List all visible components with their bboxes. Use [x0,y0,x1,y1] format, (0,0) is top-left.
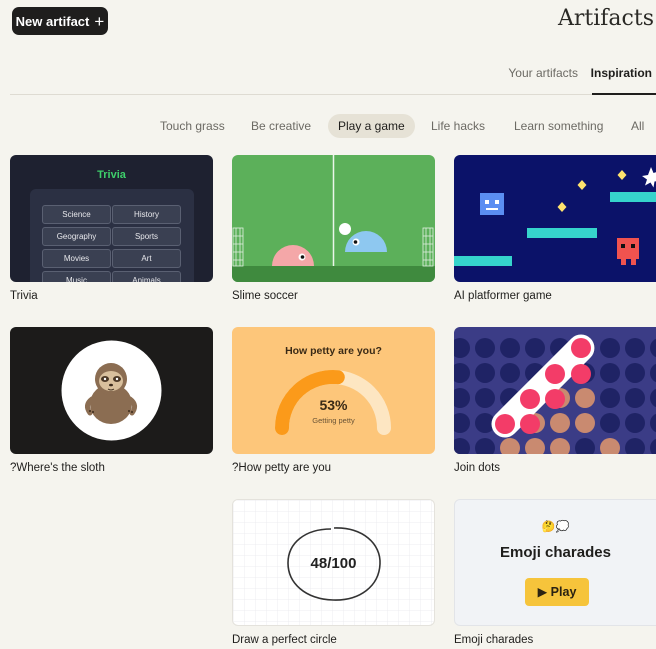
card-title: Draw a perfect circle [232,634,337,646]
card-title: ?How petty are you [232,462,332,474]
artifact-card-draw-a-perfect-circle[interactable]: 48/100 Draw a perfect circle [232,499,435,646]
category-be-creative[interactable]: Be creative [241,114,321,138]
active-dot [545,389,565,409]
artifact-tabs: Your artifacts Inspiration [10,54,656,95]
grid-dot [500,363,520,383]
active-tab-indicator [592,93,656,95]
trivia-topic-button: Animals [112,271,181,282]
grid-dot [475,363,495,383]
charades-play-button: ▶ Play [525,578,589,606]
trivia-topic-button: Science [42,205,111,224]
tab-your-artifacts[interactable]: Your artifacts [508,66,578,80]
join-dots-thumbnail [454,327,656,454]
thinking-emoji-icon: 🤔💭 [541,521,570,533]
grid-dot [600,413,620,433]
artifact-card-emoji-charades[interactable]: 🤔💭 Emoji charades ▶ Play Emoji charades [454,499,656,646]
category-touch-grass[interactable]: Touch grass [150,114,235,138]
charades-thumbnail: 🤔💭 Emoji charades ▶ Play [454,499,656,626]
trivia-topic-button: Geography [42,227,111,246]
new-artifact-label: New artifact [15,13,90,29]
grid-dot [550,413,570,433]
grid-dot [625,363,645,383]
grid-dot [575,388,595,408]
active-dot [571,364,591,384]
petty-thumbnail: How petty are you? 53% Getting petty [232,327,435,454]
slime-soccer-thumbnail [232,155,435,282]
artifact-card-wheres-the-sloth[interactable]: ?Where's the sloth [10,327,213,474]
trivia-topic-panel: Science History Geography Sports Movies … [30,189,194,282]
circle-thumbnail: 48/100 [232,499,435,626]
category-all[interactable]: All [621,114,654,138]
grid-dot [625,338,645,358]
petty-thumb-status: Getting petty [312,416,355,425]
grid-dot [600,388,620,408]
new-artifact-button[interactable]: New artifact + [12,7,108,35]
page-title: Artifacts [558,6,654,31]
trivia-thumb-title: Trivia [97,169,126,181]
petty-thumb-percent: 53% [319,397,348,413]
card-title: Slime soccer [232,290,298,302]
trivia-topic-button: Art [112,249,181,268]
artifact-card-how-petty-are-you[interactable]: How petty are you? 53% Getting petty ?Ho… [232,327,435,474]
active-dot [571,338,591,358]
artifact-card-ai-platformer[interactable]: AI platformer game [454,155,656,302]
artifact-card-join-dots[interactable]: Join dots [454,327,656,474]
category-play-a-game[interactable]: Play a game [328,114,415,138]
grid-dot [525,338,545,358]
grid-dot [500,338,520,358]
grid-dot [475,338,495,358]
category-life-hacks[interactable]: Life hacks [421,114,495,138]
trivia-topic-button: Sports [112,227,181,246]
active-dot [520,414,540,434]
artifact-card-slime-soccer[interactable]: Slime soccer [232,155,435,302]
active-dot [495,414,515,434]
grid-dot [625,413,645,433]
active-dot [545,364,565,384]
card-title: AI platformer game [454,290,552,302]
platformer-thumbnail [454,155,656,282]
card-title: Trivia [10,290,38,302]
category-learn-something[interactable]: Learn something [504,114,613,138]
grid-dot [575,413,595,433]
grid-dot [475,388,495,408]
active-dot [520,389,540,409]
card-title: ?Where's the sloth [10,462,105,474]
grid-dot [625,388,645,408]
artifact-card-trivia[interactable]: Trivia Science History Geography Sports … [10,155,213,302]
trivia-topic-button: History [112,205,181,224]
petty-meter-gauge [275,369,391,435]
circle-thumb-score: 48/100 [310,555,357,572]
card-title: Join dots [454,462,501,474]
card-title: Emoji charades [454,634,534,646]
category-filter: Touch grass Be creative Play a game Life… [150,114,650,138]
tab-inspiration[interactable]: Inspiration [591,66,652,80]
plus-icon: + [94,11,105,31]
sloth-thumbnail [10,327,213,454]
grid-dot [600,338,620,358]
grid-dot [600,363,620,383]
charades-thumb-title: Emoji charades [500,544,611,561]
trivia-topic-button: Movies [42,249,111,268]
trivia-thumbnail: Trivia Science History Geography Sports … [10,155,213,282]
trivia-topic-button: Music [42,271,111,282]
